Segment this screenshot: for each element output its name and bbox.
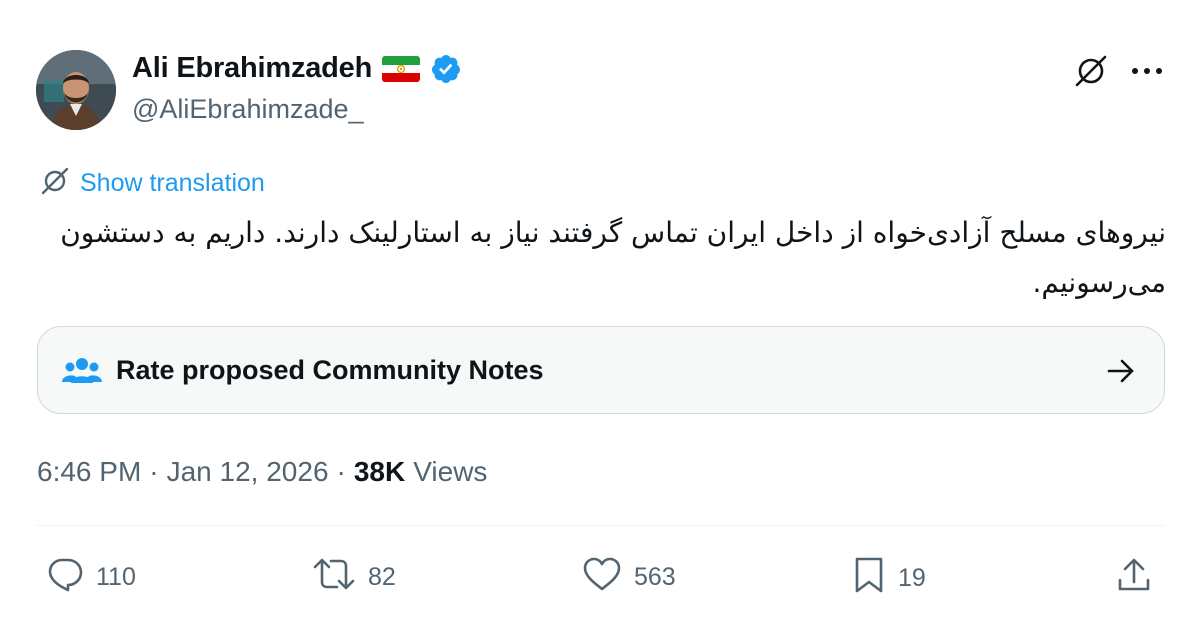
like-count: 563: [634, 563, 676, 591]
like-button[interactable]: 563: [582, 556, 676, 599]
repost-count: 82: [368, 563, 396, 591]
tweet-meta: 6:46 PM · Jan 12, 2026 · 38K Views: [37, 456, 487, 488]
heart-icon: [582, 556, 622, 599]
show-translation-label: Show translation: [80, 169, 265, 197]
header-actions: [1074, 54, 1164, 88]
more-icon[interactable]: [1130, 66, 1164, 76]
author-name[interactable]: Ali Ebrahimzadeh: [132, 52, 372, 85]
repost-icon: [312, 556, 356, 599]
bookmark-button[interactable]: 19: [852, 556, 926, 601]
author-name-row: Ali Ebrahimzadeh: [132, 52, 462, 85]
translate-icon: [40, 166, 70, 201]
share-button[interactable]: [1116, 556, 1152, 601]
bookmark-icon: [852, 556, 886, 601]
reply-button[interactable]: 110: [46, 556, 136, 599]
action-bar: 110 82 563 19: [0, 556, 1200, 596]
reply-count: 110: [96, 563, 136, 591]
views-count: 38K: [353, 456, 406, 487]
show-translation-button[interactable]: Show translation: [40, 166, 265, 201]
divider: [37, 525, 1165, 526]
arrow-right-icon: [1106, 357, 1136, 390]
tweet-text: نیروهای مسلح آزادی‌خواه از داخل ایران تم…: [60, 216, 1166, 299]
share-icon: [1116, 556, 1152, 601]
avatar[interactable]: [36, 50, 116, 130]
community-notes-label: Rate proposed Community Notes: [116, 355, 544, 385]
author-handle[interactable]: @AliEbrahimzade_: [132, 94, 364, 125]
meta-separator: ·: [336, 456, 346, 487]
tweet-date[interactable]: Jan 12, 2026: [167, 456, 329, 488]
bookmark-count: 19: [898, 564, 926, 592]
tweet-time[interactable]: 6:46 PM: [37, 456, 141, 488]
community-notes-card[interactable]: Rate proposed Community Notes: [37, 326, 1165, 414]
iran-flag-icon: [382, 55, 421, 82]
avatar-image: [36, 50, 116, 130]
grok-icon[interactable]: [1074, 54, 1108, 88]
people-icon: [62, 355, 102, 392]
meta-separator: ·: [149, 456, 159, 487]
verified-badge-icon[interactable]: [430, 53, 462, 85]
repost-button[interactable]: 82: [312, 556, 396, 599]
views-label: Views: [413, 456, 488, 487]
reply-icon: [46, 556, 84, 599]
